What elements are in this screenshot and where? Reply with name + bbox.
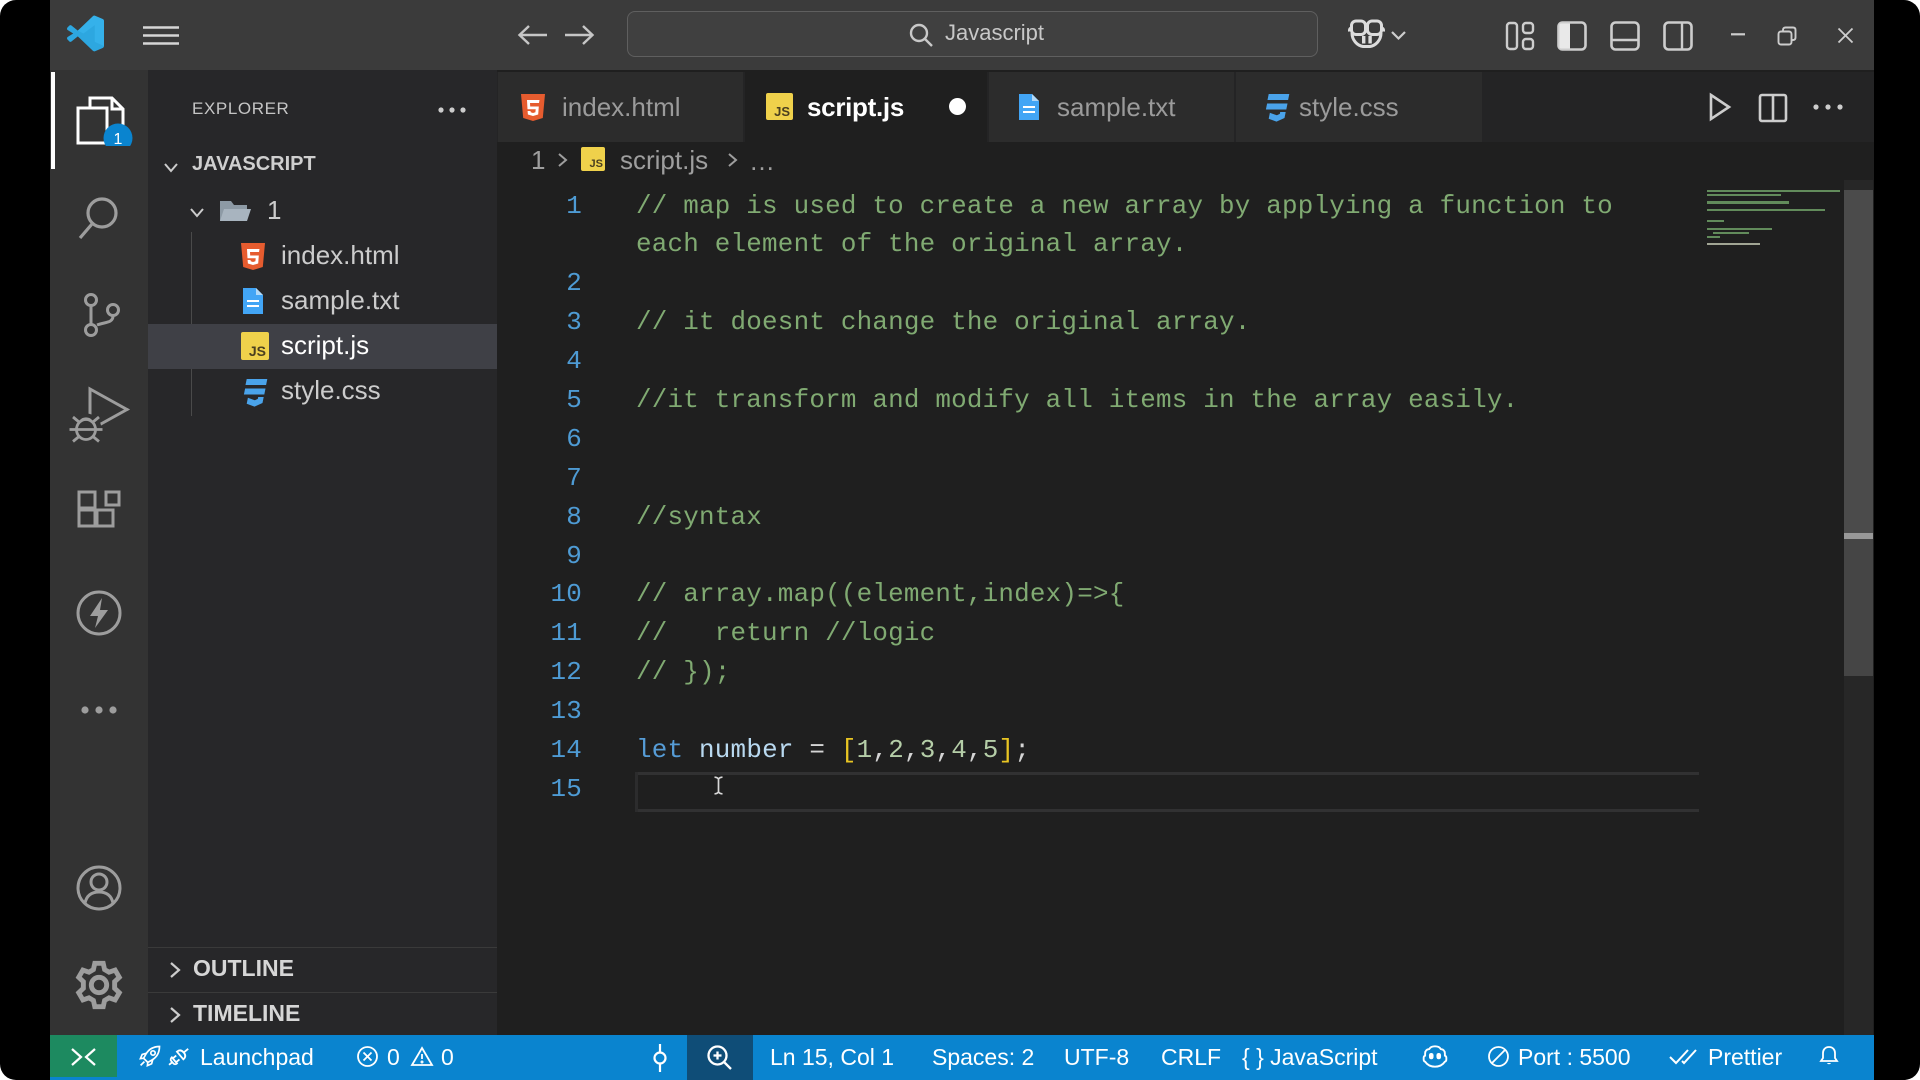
svg-text:1: 1 <box>114 131 123 146</box>
